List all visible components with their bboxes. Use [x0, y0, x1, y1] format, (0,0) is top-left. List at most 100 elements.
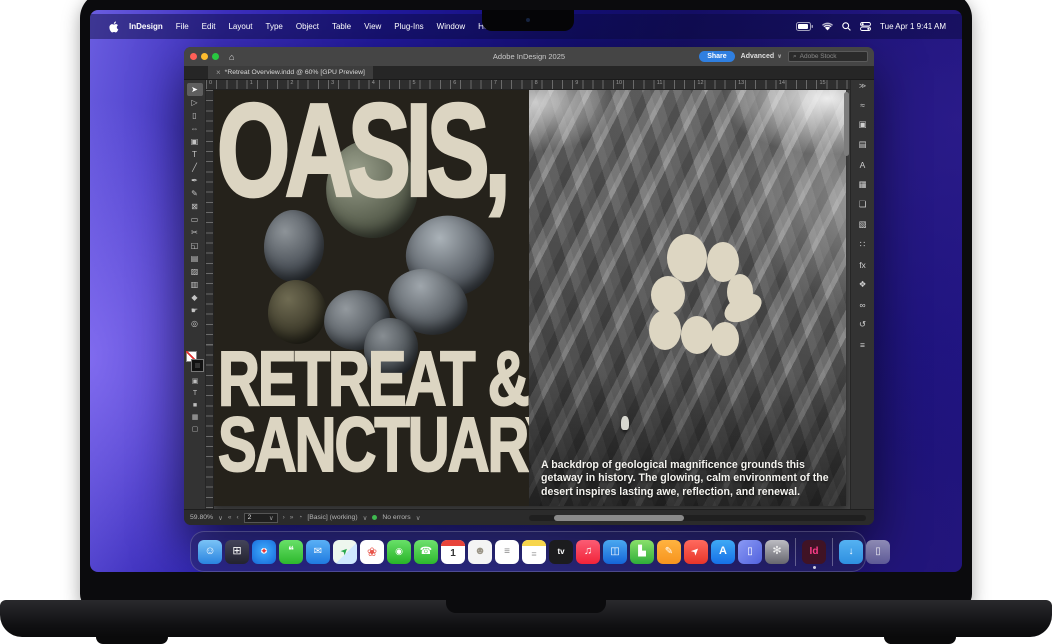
- search-icon[interactable]: [842, 22, 851, 31]
- link-chain-icon[interactable]: ∞: [854, 297, 872, 312]
- tv[interactable]: tv: [549, 540, 573, 564]
- errors-dropdown-icon[interactable]: ∨: [416, 514, 421, 522]
- fill-stroke-swatches[interactable]: [186, 351, 204, 375]
- calendar[interactable]: 1: [441, 540, 465, 564]
- workspace-switcher[interactable]: Advanced∨: [741, 53, 782, 60]
- mail[interactable]: ✉: [306, 540, 330, 564]
- error-status-text[interactable]: No errors: [382, 514, 410, 521]
- zoom-level-value[interactable]: 59.80%: [190, 514, 213, 521]
- numbers[interactable]: ▙: [630, 540, 654, 564]
- menu-item[interactable]: Layout: [228, 22, 252, 31]
- screen-mode-button[interactable]: ▢: [187, 423, 203, 435]
- free-transform-tool[interactable]: ◱: [187, 239, 203, 252]
- maps[interactable]: ➤: [333, 540, 357, 564]
- contacts[interactable]: ☻: [468, 540, 492, 564]
- horizontal-scrollbar[interactable]: [529, 515, 866, 521]
- scissors-tool[interactable]: ✂: [187, 226, 203, 239]
- object-styles-panel[interactable]: ❖: [854, 277, 872, 292]
- content-collector-tool[interactable]: ▣: [187, 135, 203, 148]
- safari[interactable]: ✦: [252, 540, 276, 564]
- align-panel[interactable]: ∷: [854, 237, 872, 252]
- downloads[interactable]: ↓: [839, 540, 863, 564]
- menu-item[interactable]: Edit: [202, 22, 216, 31]
- photos[interactable]: ❀: [360, 540, 384, 564]
- menu-item[interactable]: Window: [437, 22, 465, 31]
- properties-panel[interactable]: ≈: [854, 97, 872, 112]
- separator[interactable]: [795, 538, 796, 566]
- iphone-mirroring[interactable]: ▯: [738, 540, 762, 564]
- preset-dropdown-icon[interactable]: ∨: [363, 514, 368, 522]
- settings[interactable]: ✻: [765, 540, 789, 564]
- expand-panels-icon[interactable]: ≫: [859, 82, 866, 92]
- gradient-swatch-tool[interactable]: ▤: [187, 252, 203, 265]
- messages[interactable]: ❝: [279, 540, 303, 564]
- frame-tool[interactable]: ⊠: [187, 200, 203, 213]
- finder[interactable]: ☺: [198, 540, 222, 564]
- pages[interactable]: ✎: [657, 540, 681, 564]
- appstore[interactable]: A: [711, 540, 735, 564]
- trash[interactable]: ▯: [866, 540, 890, 564]
- close-window-button[interactable]: [190, 53, 197, 60]
- preflight-preset[interactable]: [Basic] (working): [307, 514, 357, 521]
- effects-panel[interactable]: fx: [854, 257, 872, 272]
- gradient-feather-tool[interactable]: ▨: [187, 265, 203, 278]
- panel-menu[interactable]: ≡: [854, 337, 872, 352]
- menu-item[interactable]: Type: [266, 22, 283, 31]
- reminders[interactable]: ≡: [495, 540, 519, 564]
- zoom-window-button[interactable]: [212, 53, 219, 60]
- formatting-affects-container[interactable]: ▣: [187, 375, 203, 387]
- keynote[interactable]: ◫: [603, 540, 627, 564]
- hand-tool[interactable]: ☛: [187, 304, 203, 317]
- document-tab[interactable]: × *Retreat Overview.indd @ 60% [GPU Prev…: [208, 66, 373, 79]
- wifi-icon[interactable]: [822, 22, 833, 31]
- phone[interactable]: ☎: [414, 540, 438, 564]
- horizontal-scrollbar-thumb[interactable]: [554, 515, 684, 521]
- menu-item[interactable]: View: [364, 22, 381, 31]
- adobe-stock-search-input[interactable]: ⌕Adobe Stock: [788, 51, 868, 62]
- control-center-icon[interactable]: [860, 22, 871, 31]
- close-tab-icon[interactable]: ×: [216, 68, 221, 77]
- music[interactable]: ♫: [576, 540, 600, 564]
- previous-page-icon[interactable]: ‹: [236, 514, 238, 521]
- launchpad[interactable]: ⊞: [225, 540, 249, 564]
- cc-libraries-panel[interactable]: ▣: [854, 117, 872, 132]
- direct-selection-tool[interactable]: ▷: [187, 96, 203, 109]
- type-tool[interactable]: T: [187, 148, 203, 161]
- menu-item[interactable]: InDesign: [129, 22, 163, 31]
- gap-tool[interactable]: ⇔: [187, 122, 203, 135]
- note-tool[interactable]: ▥: [187, 278, 203, 291]
- zoom-dropdown-icon[interactable]: ∨: [218, 514, 223, 522]
- minimize-window-button[interactable]: [201, 53, 208, 60]
- vertical-scrollbar[interactable]: [844, 92, 849, 156]
- layers-panel[interactable]: ❏: [854, 197, 872, 212]
- eyedropper-tool[interactable]: ◆: [187, 291, 203, 304]
- menu-item[interactable]: Plug-Ins: [394, 22, 423, 31]
- menu-item[interactable]: File: [176, 22, 189, 31]
- menu-item[interactable]: Table: [332, 22, 351, 31]
- view-options-button[interactable]: ▦: [187, 411, 203, 423]
- menu-item[interactable]: Object: [296, 22, 319, 31]
- page-number-field[interactable]: 2∨: [244, 513, 278, 523]
- formatting-affects-text[interactable]: T: [187, 387, 203, 399]
- assets-panel[interactable]: ▧: [854, 217, 872, 232]
- links-panel[interactable]: ▦: [854, 177, 872, 192]
- notes[interactable]: ≡: [522, 540, 546, 564]
- first-page-icon[interactable]: «: [228, 514, 232, 521]
- share-button[interactable]: Share: [699, 51, 734, 62]
- line-tool[interactable]: ╱: [187, 161, 203, 174]
- rectangle-tool[interactable]: ▭: [187, 213, 203, 226]
- next-page-icon[interactable]: ›: [283, 514, 285, 521]
- pages-panel[interactable]: ▤: [854, 137, 872, 152]
- indesign[interactable]: Id: [802, 540, 826, 564]
- last-page-icon[interactable]: »: [290, 514, 294, 521]
- selection-tool[interactable]: ➤: [187, 83, 203, 96]
- menu-bar-clock[interactable]: Tue Apr 1 9:41 AM: [880, 22, 946, 31]
- apple-menu-icon[interactable]: [108, 21, 119, 32]
- page-tool[interactable]: ▯: [187, 109, 203, 122]
- home-icon[interactable]: ⌂: [229, 52, 234, 62]
- preflight-icon[interactable]: ◔: [298, 514, 302, 521]
- games[interactable]: ➤: [684, 540, 708, 564]
- pencil-tool[interactable]: ✎: [187, 187, 203, 200]
- facetime[interactable]: ◉: [387, 540, 411, 564]
- history-panel[interactable]: ↺: [854, 317, 872, 332]
